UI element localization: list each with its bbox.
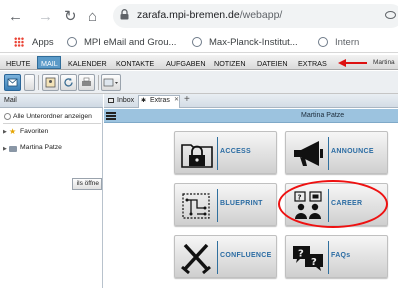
address-book-icon	[45, 77, 56, 88]
reload-icon[interactable]: ↻	[64, 9, 77, 24]
annotation-arrow-head	[338, 59, 346, 67]
url-host: zarafa.mpi-bremen.de	[137, 9, 240, 21]
crossed-swords-icon	[181, 243, 211, 275]
favorites-star-icon: ★	[9, 127, 17, 136]
svg-text:?: ?	[298, 249, 304, 260]
address-book-button[interactable]	[42, 74, 59, 91]
open-shared-folders-button[interactable]: ils öffne	[72, 178, 102, 190]
favorites-folder[interactable]: Favoriten	[20, 128, 48, 135]
print-button[interactable]	[78, 74, 95, 91]
extras-tab-icon: ✱	[141, 98, 147, 104]
toolbar-separator	[38, 75, 39, 90]
globe-icon	[318, 37, 328, 47]
bookmark-apps[interactable]: Apps	[32, 37, 54, 48]
tile-confluence[interactable]: CONFLUENCE	[174, 235, 277, 278]
divider	[3, 123, 101, 124]
new-tab-plus-icon[interactable]: +	[184, 94, 190, 105]
tile-divider	[217, 189, 218, 222]
tile-label: CONFLUENCE	[220, 252, 272, 259]
bookmark-intern[interactable]: Intern	[335, 37, 359, 48]
mailbox-store[interactable]: Martina Patze	[20, 144, 62, 151]
content-header	[104, 109, 398, 123]
show-all-folders-checkbox[interactable]	[4, 113, 11, 120]
tile-label: FAQs	[331, 252, 351, 259]
show-all-folders-label[interactable]: Alle Unterordner anzeigen	[13, 113, 92, 120]
eye-icon[interactable]	[385, 11, 396, 19]
tile-divider	[217, 241, 218, 274]
menu-kalender[interactable]: KALENDER	[68, 59, 107, 68]
menu-mail[interactable]: MAIL	[41, 59, 58, 68]
tab-inbox[interactable]: Inbox	[117, 95, 134, 108]
forward-arrow-icon[interactable]: →	[38, 9, 53, 24]
refresh-icon	[64, 78, 73, 87]
url-text[interactable]: zarafa.mpi-bremen.de/webapp/	[137, 9, 282, 21]
svg-text:?: ?	[311, 257, 317, 268]
bookmark-max-planck[interactable]: Max-Planck-Institut...	[209, 37, 298, 48]
menu-notizen[interactable]: NOTIZEN	[214, 59, 246, 68]
expand-triangle-icon[interactable]: ▶	[3, 129, 7, 135]
tile-divider	[328, 241, 329, 274]
hamburger-menu-icon[interactable]	[106, 112, 116, 120]
new-mail-dropdown[interactable]	[24, 74, 35, 91]
faq-speech-bubbles-icon: ? ?	[293, 246, 323, 271]
toolbar-separator	[98, 75, 99, 90]
tile-label: ACCESS	[220, 148, 251, 155]
refresh-button[interactable]	[60, 74, 77, 91]
content-username: Martina Patze	[301, 112, 345, 119]
tile-blueprint[interactable]: BLUEPRINT	[174, 183, 277, 226]
tile-label: BLUEPRINT	[220, 200, 263, 207]
menu-kontakte[interactable]: KONTAKTE	[116, 59, 154, 68]
padlock-folder-icon	[181, 144, 213, 168]
circuit-blueprint-icon	[182, 193, 210, 219]
menu-aufgaben[interactable]: AUFGABEN	[166, 59, 206, 68]
tab-extras[interactable]: Extras	[150, 95, 170, 108]
new-mail-button[interactable]	[4, 74, 21, 91]
view-options-icon	[103, 78, 118, 87]
globe-icon	[192, 37, 202, 47]
top-username: Martina	[373, 59, 395, 66]
mailbox-store-icon	[9, 146, 17, 152]
lock-icon	[120, 9, 129, 20]
back-arrow-icon[interactable]: ←	[8, 9, 23, 24]
left-panel-title: Mail	[4, 97, 17, 104]
annotation-ellipse	[278, 180, 388, 228]
tile-faqs[interactable]: ? ? FAQs	[285, 235, 388, 278]
apps-grid-icon	[14, 37, 24, 47]
tile-divider	[217, 137, 218, 170]
url-path: /webapp/	[239, 9, 283, 21]
tile-divider	[328, 137, 329, 170]
menu-heute[interactable]: HEUTE	[6, 59, 30, 68]
menu-dateien[interactable]: DATEIEN	[257, 59, 288, 68]
inbox-icon	[108, 98, 114, 103]
view-options-button[interactable]	[101, 74, 121, 91]
megaphone-icon	[294, 141, 323, 166]
expand-triangle-icon[interactable]: ▶	[3, 146, 7, 152]
compose-icon	[7, 78, 18, 87]
home-icon[interactable]: ⌂	[88, 9, 97, 24]
close-tab-icon[interactable]: ✕	[174, 96, 179, 103]
print-icon	[82, 77, 91, 86]
tile-access[interactable]: ACCESS	[174, 131, 277, 174]
menu-extras[interactable]: EXTRAS	[298, 59, 327, 68]
annotation-arrow-line	[345, 62, 367, 64]
bookmark-mpi-email[interactable]: MPI eMail and Grou...	[84, 37, 176, 48]
tile-label: ANNOUNCE	[331, 148, 374, 155]
tile-announce[interactable]: ANNOUNCE	[285, 131, 388, 174]
globe-icon	[67, 37, 77, 47]
